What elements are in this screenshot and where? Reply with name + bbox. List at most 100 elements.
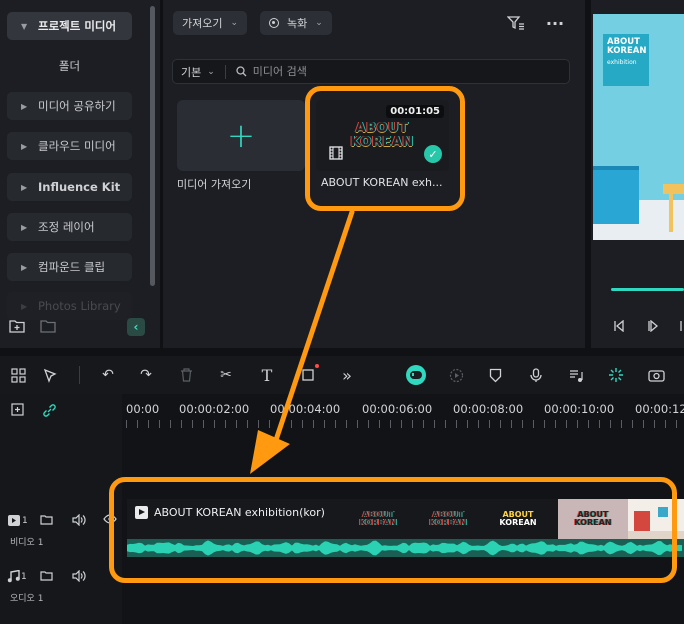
music-note-icon: 1: [7, 570, 27, 583]
timeline-ruler[interactable]: 00:00 00:00:02:00 00:00:04:00 00:00:06:0…: [126, 394, 684, 428]
preview-frame: ABOUT KOREAN exhibition: [593, 14, 684, 240]
poster-subtitle: exhibition: [607, 59, 637, 66]
audio-track-number: 1: [21, 571, 27, 582]
preview-poster: ABOUT KOREAN exhibition: [603, 34, 649, 86]
sidebar-item-label: 미디어 공유하기: [38, 99, 116, 113]
chevron-down-icon: ⌄: [230, 18, 239, 28]
folder-lock-icon[interactable]: [40, 570, 53, 581]
ruler-tick-label: 00:00: [126, 402, 160, 416]
speed-icon[interactable]: [444, 363, 468, 387]
caret-right-icon: ▶: [21, 182, 28, 192]
ruler-tick-label: 00:00:06:00: [362, 402, 433, 416]
sidebar-item-cloud-media[interactable]: ▶ 클라우드 미디어: [7, 132, 132, 160]
sidebar-item-label: 클라우드 미디어: [38, 139, 116, 153]
ruler-tick-label: 00:00:10:00: [544, 402, 615, 416]
import-dropdown[interactable]: 가져오기 ⌄: [173, 11, 248, 35]
poster-line-2: KOREAN: [607, 46, 647, 56]
next-frame-icon[interactable]: [675, 316, 684, 336]
ai-face-icon[interactable]: [404, 363, 428, 387]
shield-icon[interactable]: [483, 363, 507, 387]
import-dropdown-label: 가져오기: [182, 17, 223, 30]
highlight-box-timeline-clip: [109, 477, 677, 583]
redo-icon[interactable]: ↷: [134, 363, 158, 387]
caret-right-icon: ▶: [21, 141, 28, 151]
link-icon[interactable]: [39, 400, 59, 420]
collapse-sidebar-button[interactable]: ‹: [127, 318, 145, 336]
text-icon[interactable]: T: [255, 363, 279, 387]
search-icon: [236, 66, 247, 77]
folder-icon[interactable]: [38, 316, 58, 336]
layout-grid-icon[interactable]: [6, 363, 30, 387]
preview-table: [663, 184, 684, 194]
sidebar-item-media-share[interactable]: ▶ 미디어 공유하기: [7, 92, 132, 120]
delete-icon[interactable]: [174, 363, 198, 387]
volume-icon[interactable]: [72, 570, 86, 582]
import-media-tile[interactable]: +: [177, 100, 305, 171]
media-sidebar: ▼ 프로젝트 미디어 폴더 ▶ 미디어 공유하기 ▶ 클라우드 미디어 ▶ In…: [0, 0, 160, 348]
sidebar-item-label: 폴더: [58, 59, 81, 73]
ruler-tick-label: 00:00:12: [635, 402, 684, 416]
caret-right-icon: ▶: [21, 301, 28, 311]
video-track-number: 1: [22, 515, 28, 526]
preview-panel: ABOUT KOREAN exhibition: [591, 0, 684, 348]
sidebar-item-influence-kit[interactable]: ▶ Influence Kit: [7, 173, 132, 201]
sidebar-item-label: 조정 레이어: [38, 220, 95, 234]
undo-icon[interactable]: ↶: [96, 363, 120, 387]
track-headers: 1 비디오 1 1 오디오 1: [0, 394, 122, 624]
filter-icon[interactable]: [506, 13, 526, 33]
highlight-box-media-clip: [305, 86, 465, 211]
record-dropdown-label: 녹화: [287, 17, 308, 30]
ruler-tick-label: 00:00:04:00: [270, 402, 341, 416]
edit-toolbar: ↶ ↷ ✂ T »: [0, 356, 684, 394]
plus-icon: +: [226, 115, 256, 156]
more-options-icon[interactable]: ···: [545, 13, 565, 33]
sidebar-item-folder[interactable]: 폴더: [7, 52, 132, 80]
preview-table-leg: [669, 194, 673, 232]
ai-effect-icon[interactable]: [604, 363, 628, 387]
crop-icon[interactable]: [296, 363, 320, 387]
ruler-tick-label: 00:00:02:00: [179, 402, 250, 416]
caret-down-icon: ▼: [21, 21, 28, 31]
record-icon: [269, 18, 279, 28]
sort-dropdown-label: 기본: [181, 65, 202, 79]
music-list-icon[interactable]: [564, 363, 588, 387]
notification-dot: [315, 364, 319, 368]
sidebar-item-compound-clip[interactable]: ▶ 컴파운드 클립: [7, 253, 132, 281]
more-tools-icon[interactable]: »: [335, 363, 359, 387]
ruler-ticks: [126, 420, 684, 428]
sidebar-item-adjustment-layer[interactable]: ▶ 조정 레이어: [7, 213, 132, 241]
new-folder-icon[interactable]: [7, 316, 27, 336]
microphone-icon[interactable]: [524, 363, 548, 387]
previous-frame-icon[interactable]: [609, 316, 629, 336]
record-dropdown[interactable]: 녹화 ⌄: [260, 11, 332, 35]
media-search-input[interactable]: [252, 65, 553, 78]
video-track-name: 비디오 1: [10, 538, 44, 548]
ruler-tick-label: 00:00:08:00: [453, 402, 524, 416]
ai-face-graphic: [406, 365, 426, 385]
playback-progress-bar[interactable]: [611, 288, 684, 291]
volume-icon[interactable]: [72, 514, 86, 526]
sidebar-item-label: 프로젝트 미디어: [38, 19, 117, 33]
preview-cabinet: [593, 166, 639, 224]
import-media-label: 미디어 가져오기: [177, 178, 252, 191]
sidebar-item-project-media[interactable]: ▼ 프로젝트 미디어: [7, 12, 132, 40]
caret-right-icon: ▶: [21, 262, 28, 272]
play-icon[interactable]: [643, 316, 663, 336]
sidebar-scrollbar[interactable]: [150, 6, 155, 286]
media-search-bar: 기본 ⌄: [172, 59, 570, 84]
audio-track-name: 오디오 1: [10, 594, 44, 604]
sidebar-item-label: 컴파운드 클립: [38, 260, 106, 274]
audio-track-header: 1 오디오 1: [0, 568, 122, 612]
folder-lock-icon[interactable]: [40, 514, 53, 525]
video-track-icon: 1: [7, 514, 28, 527]
camera-icon[interactable]: [644, 363, 668, 387]
sidebar-item-label: Photos Library: [38, 299, 121, 313]
caret-right-icon: ▶: [21, 101, 28, 111]
video-track-header: 1 비디오 1: [0, 512, 122, 556]
sidebar-footer: ‹: [0, 312, 160, 342]
scissors-icon[interactable]: ✂: [214, 363, 238, 387]
add-track-icon[interactable]: [8, 400, 28, 420]
select-tool-icon[interactable]: [38, 363, 62, 387]
chevron-down-icon: ⌄: [315, 18, 323, 28]
sort-dropdown[interactable]: 기본 ⌄: [173, 64, 226, 79]
